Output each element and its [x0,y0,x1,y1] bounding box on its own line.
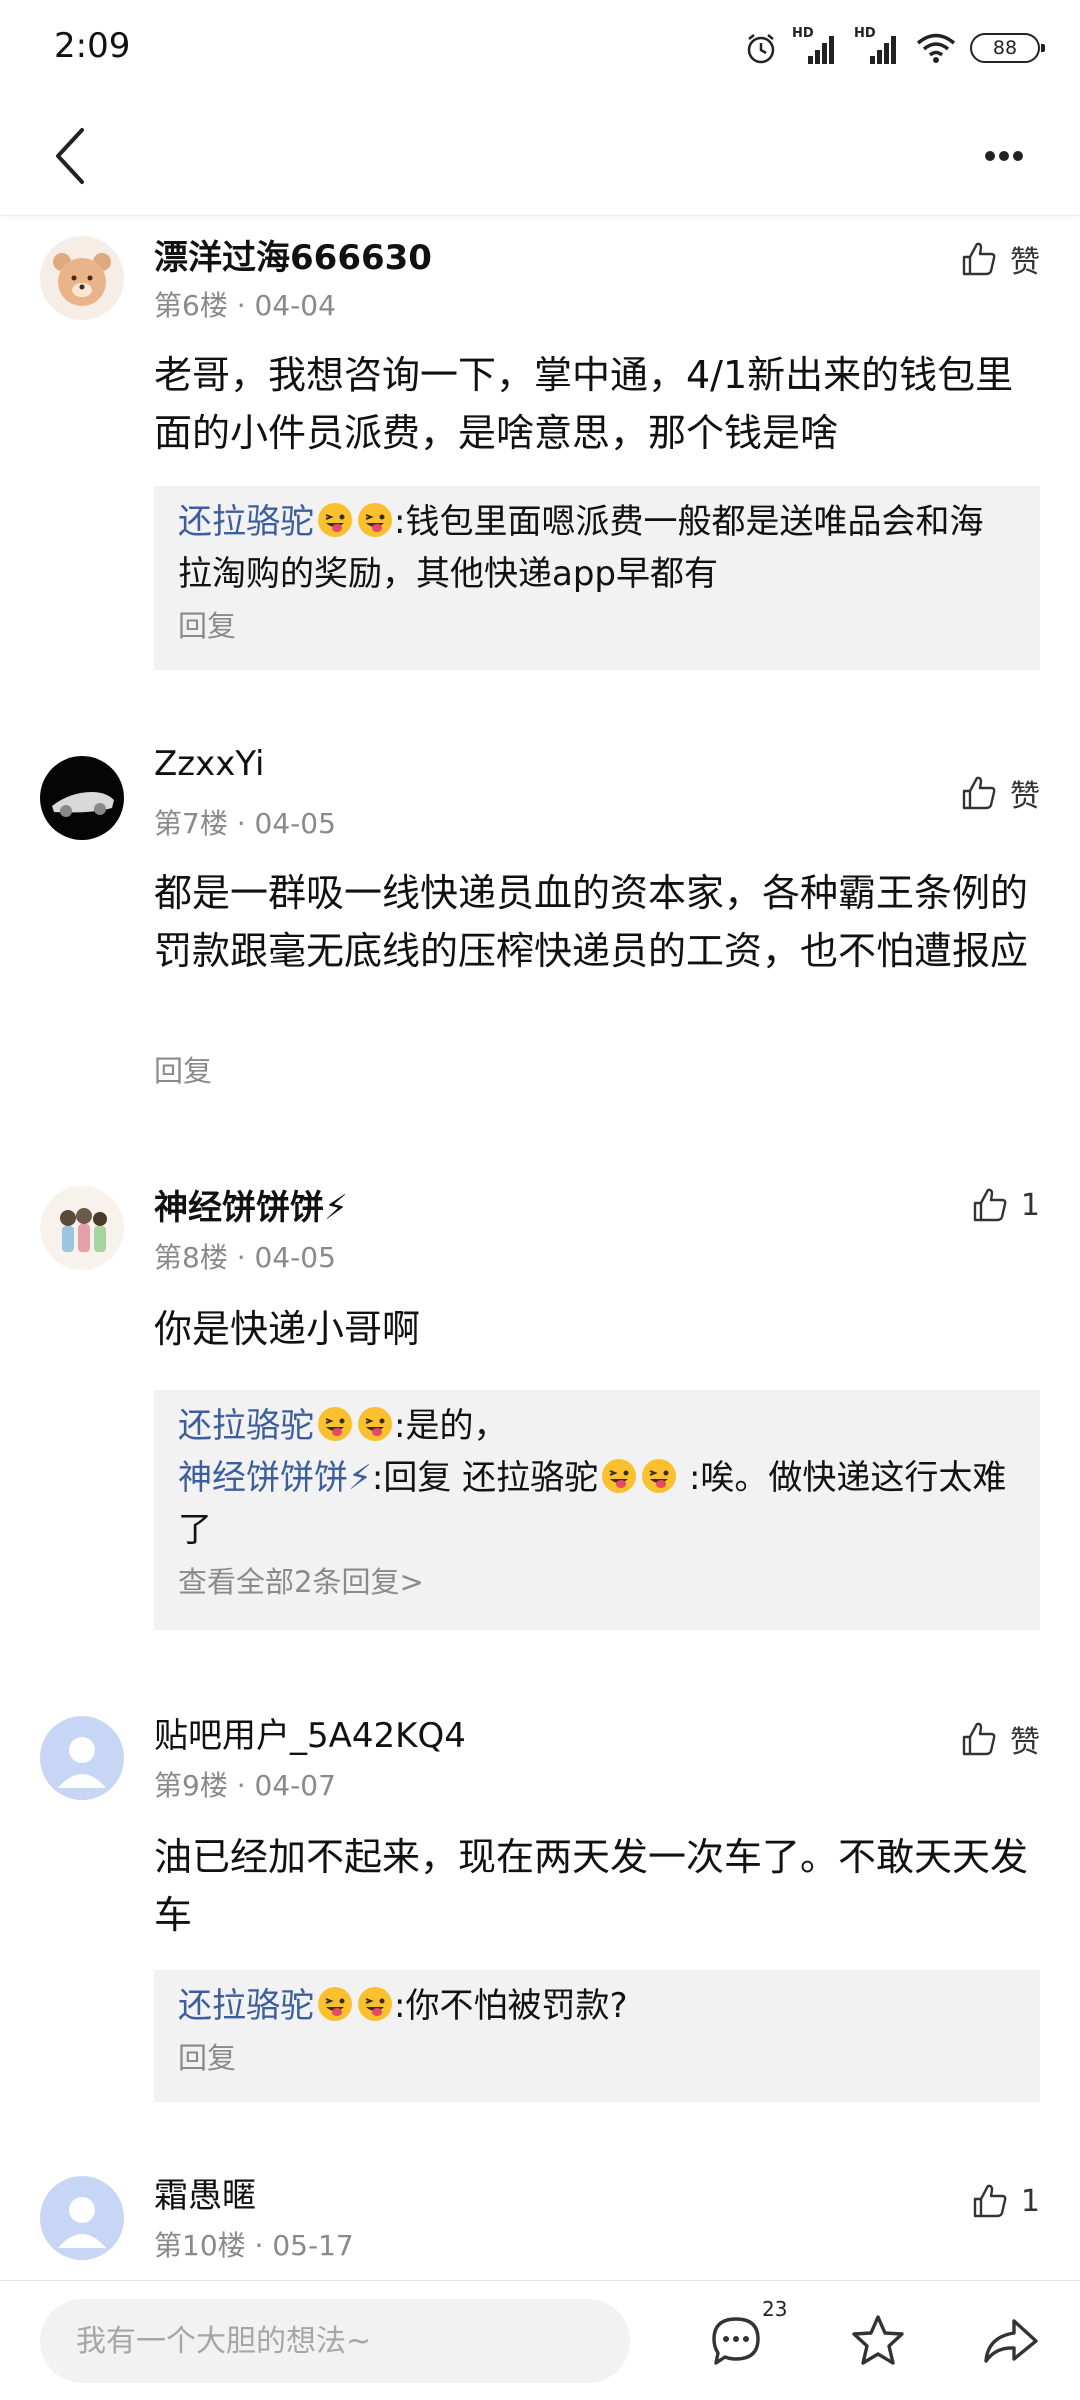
reply-username[interactable]: 还拉骆驼 [178,1986,314,2026]
comment-post: 神经饼饼饼⚡ 第8楼 · 04-05 1 你是快递小哥啊 还拉骆驼 :是的， 神经… [0,1158,1080,1678]
thumbs-up-icon [962,242,996,276]
reply-item: 神经饼饼饼⚡:回复 还拉骆驼 :唉。做快递这行太难了 [178,1452,1016,1556]
star-icon[interactable] [848,2311,908,2371]
reply-item: 还拉骆驼 :是的， [178,1400,1016,1452]
thumbs-up-icon [962,1722,996,1756]
comment-icon[interactable] [706,2311,766,2371]
wifi-icon [916,33,956,63]
alarm-icon [747,34,775,64]
comment-post: 漂洋过海666630 第6楼 · 04-04 赞 老哥，我想咨询一下，掌中通，4… [0,218,1080,688]
reply-box[interactable]: 还拉骆驼 :你不怕被罚款? 回复 [154,1970,1040,2102]
tongue-emoji-icon [642,1459,677,1493]
thumbs-up-icon [962,776,996,810]
reply-box[interactable]: 还拉骆驼:钱包里面嗯派费一般都是送唯品会和海拉淘购的奖励，其他快递app早都有 … [154,486,1040,670]
comment-body: 老哥，我想咨询一下，掌中通，4/1新出来的钱包里面的小件员派费，是啥意思，那个钱… [154,353,1014,455]
like-button[interactable]: 赞 [960,770,1040,816]
status-icons: HD HD 88 [744,26,1045,68]
tongue-emoji-icon [318,1407,352,1441]
chevron-left-icon[interactable] [40,124,104,188]
like-label: 赞 [1010,1725,1040,1760]
floor-date: 第7楼 · 04-05 [154,807,336,840]
comment-body: 你是快递小哥啊 [154,1307,421,1351]
reply-link[interactable]: 回复 [178,2032,1016,2084]
nav-header [0,96,1080,216]
floor-date: 第10楼 · 05-17 [154,2229,354,2262]
more-dots-icon[interactable] [964,128,1044,184]
reply-box[interactable]: 还拉骆驼 :是的， 神经饼饼饼⚡:回复 还拉骆驼 :唉。做快递这行太难了 查看全部… [154,1390,1040,1630]
username[interactable]: 神经饼饼饼⚡ [154,1180,348,1229]
tongue-emoji-icon [358,1987,392,2021]
thumbs-up-icon [973,1188,1007,1222]
comment-post: ZzxxYi 第7楼 · 04-05 赞 都是一群吸一线快递员血的资本家，各种霸… [0,738,1080,1178]
battery-icon: 88 [970,33,1045,63]
username[interactable]: ZzxxYi [154,744,264,784]
floor-date: 第6楼 · 04-04 [154,289,336,322]
tongue-emoji-icon [602,1459,637,1493]
like-count: 1 [1020,2183,1040,2219]
reply-username[interactable]: 还拉骆驼 [178,502,314,542]
comment-count-badge: 23 [762,2297,788,2321]
share-icon[interactable] [980,2311,1040,2371]
like-label: 赞 [1010,245,1040,280]
reply-prefix: :回复 还拉骆驼 [371,1458,599,1498]
like-button[interactable]: 赞 [960,1716,1040,1762]
avatar[interactable] [40,236,124,320]
reply-username[interactable]: 神经饼饼饼⚡ [178,1458,372,1498]
avatar[interactable] [40,1186,124,1270]
reply-text: :是的， [394,1406,508,1446]
comment-input[interactable] [40,2299,630,2383]
comment-body: 油已经加不起来，现在两天发一次车了。不敢天天发车 [154,1835,1029,1937]
like-button[interactable]: 1 [971,2178,1040,2224]
thumbs-up-icon [973,2184,1007,2218]
tongue-emoji-icon [318,503,352,537]
reply-item: 还拉骆驼:钱包里面嗯派费一般都是送唯品会和海拉淘购的奖励，其他快递app早都有 [178,496,1016,600]
battery-level: 88 [992,37,1018,59]
avatar[interactable] [40,2176,124,2260]
comment-post: 贴吧用户_5A42KQ4 第9楼 · 04-07 赞 油已经加不起来，现在两天发… [0,1678,1080,2138]
like-count: 1 [1020,1187,1040,1223]
reply-link[interactable]: 回复 [154,1048,212,1090]
status-bar: 2:09 HD HD 88 [0,0,1080,96]
reply-text: :你不怕被罚款? [394,1986,628,2026]
avatar[interactable] [40,756,124,840]
like-label: 赞 [1010,779,1040,814]
tongue-emoji-icon [358,1407,392,1441]
reply-username[interactable]: 还拉骆驼 [178,1406,314,1446]
username[interactable]: 漂洋过海666630 [154,230,432,279]
comment-post: 霜愚暱 第10楼 · 05-17 1 [0,2138,1080,2278]
avatar[interactable] [40,1716,124,1800]
floor-date: 第9楼 · 04-07 [154,1769,336,1802]
view-all-replies-link[interactable]: 查看全部2条回复> [178,1556,1016,1608]
tongue-emoji-icon [318,1987,352,2021]
comment-feed[interactable]: 漂洋过海666630 第6楼 · 04-04 赞 老哥，我想咨询一下，掌中通，4… [0,218,1080,2280]
tongue-emoji-icon [358,503,392,537]
status-time: 2:09 [54,26,131,66]
username[interactable]: 贴吧用户_5A42KQ4 [154,1708,466,1757]
signal-icon-2: HD [854,26,902,66]
bottom-action-bar: 23 [0,2280,1080,2400]
like-button[interactable]: 赞 [960,236,1040,282]
username[interactable]: 霜愚暱 [154,2168,256,2217]
signal-icon-1: HD [792,26,840,66]
comment-body: 都是一群吸一线快递员血的资本家，各种霸王条例的罚款跟毫无底线的压榨快递员的工资，… [154,871,1029,973]
reply-link[interactable]: 回复 [178,600,1016,652]
reply-item: 还拉骆驼 :你不怕被罚款? [178,1980,1016,2032]
like-button[interactable]: 1 [971,1182,1040,1228]
floor-date: 第8楼 · 04-05 [154,1241,336,1274]
